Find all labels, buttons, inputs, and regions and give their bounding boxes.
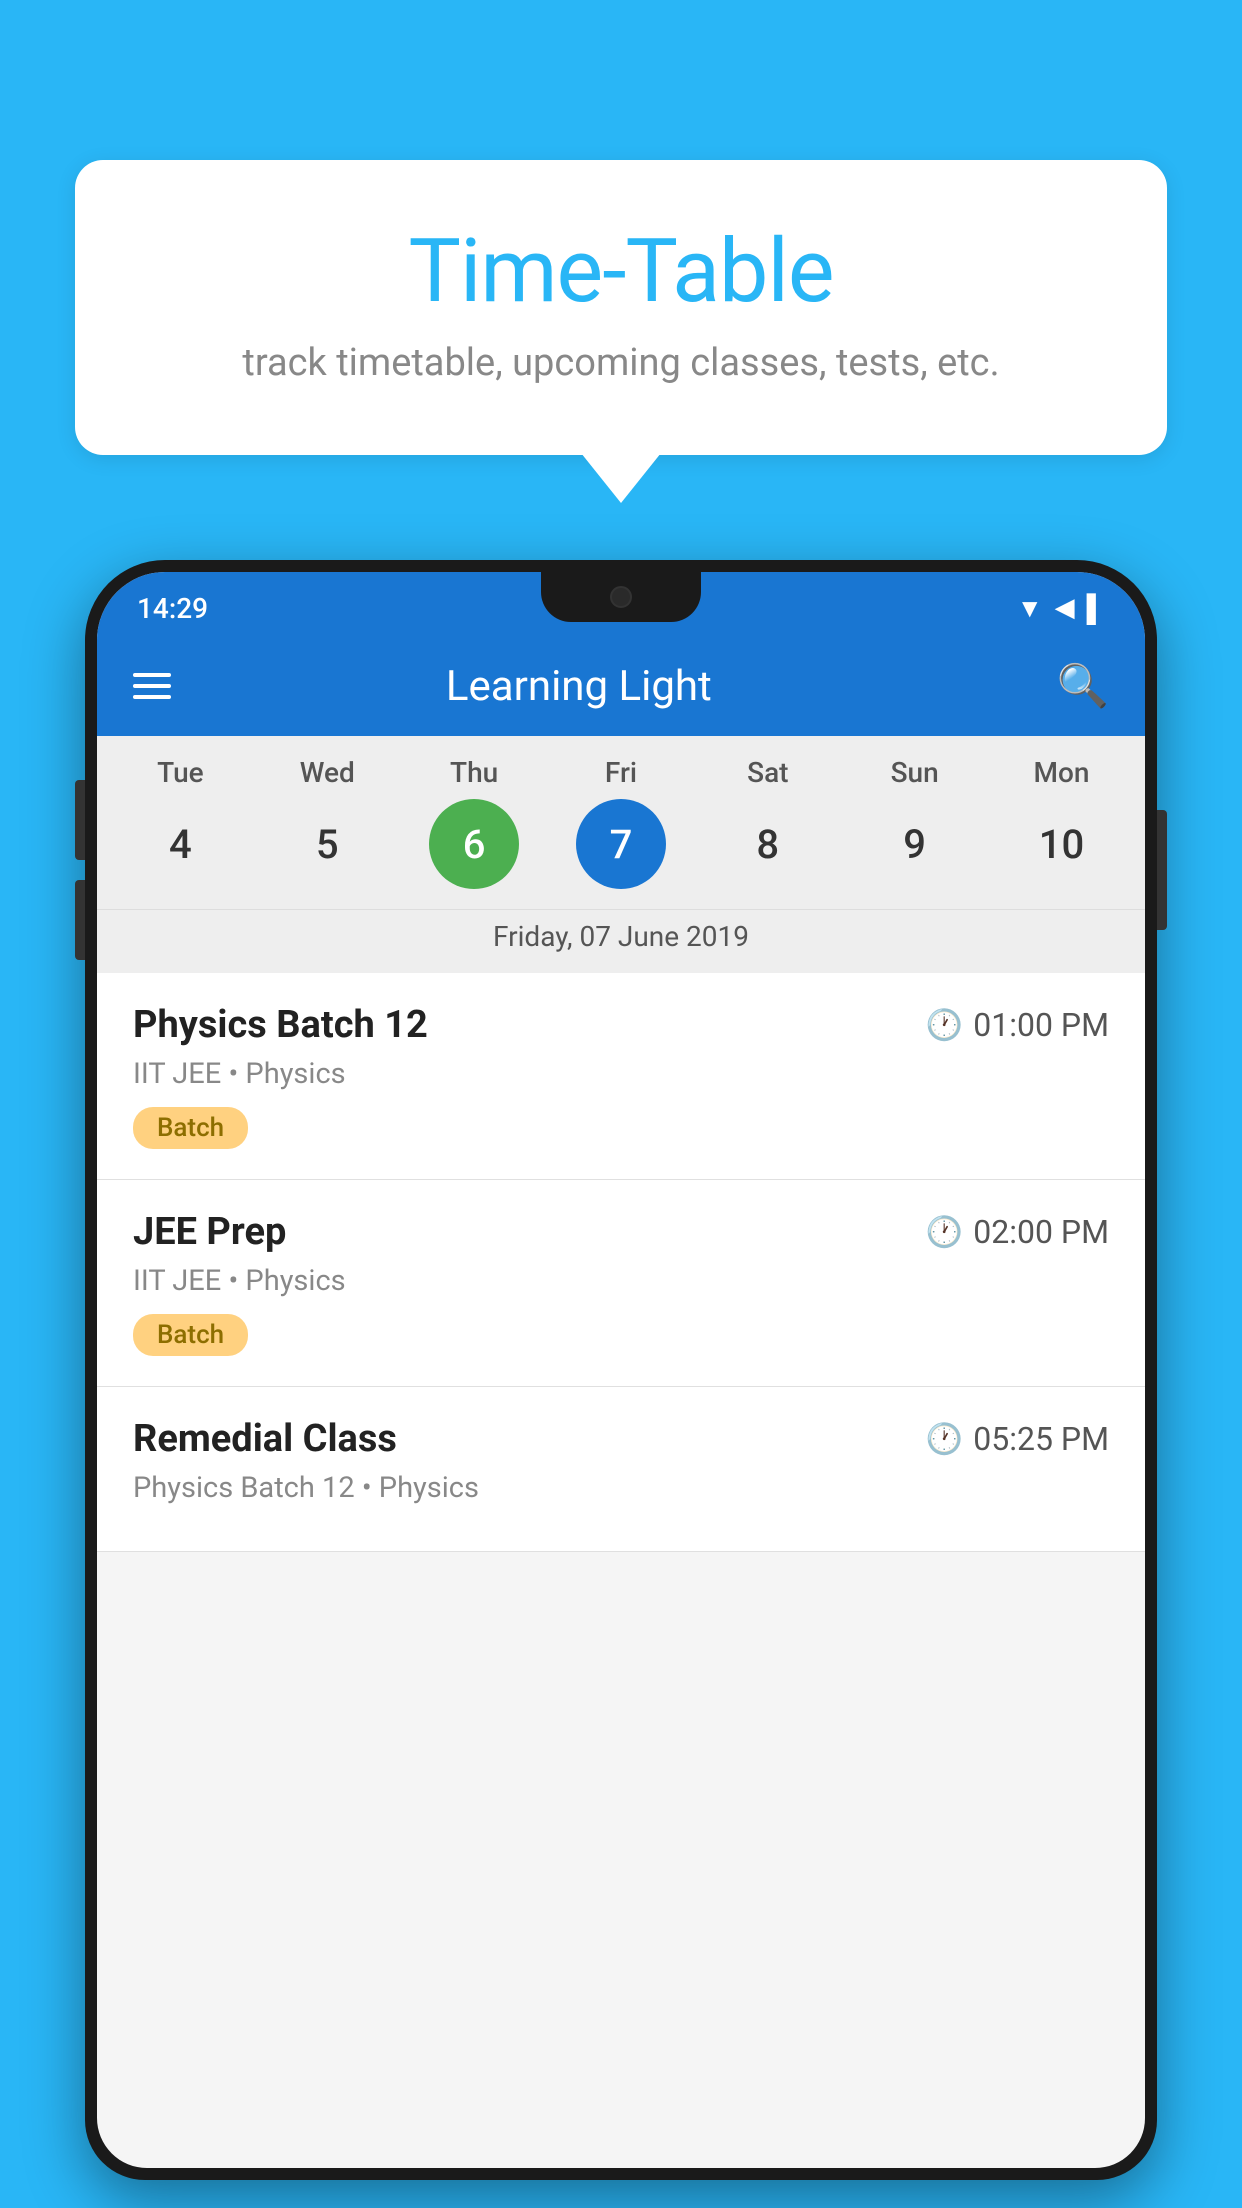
schedule-item-2-badge: Batch (133, 1314, 248, 1356)
status-icons: ▼ ◀ ▌ (1017, 593, 1105, 624)
day-label-mon: Mon (1016, 756, 1106, 789)
day-4[interactable]: 4 (135, 799, 225, 889)
clock-icon-3: 🕐 (926, 1422, 963, 1457)
battery-icon: ▌ (1087, 593, 1105, 624)
app-toolbar: Learning Light 🔍 (97, 636, 1145, 736)
schedule-item-1-badge: Batch (133, 1107, 248, 1149)
toolbar-title: Learning Light (133, 662, 1025, 711)
schedule-item-2-time: 🕐 02:00 PM (926, 1213, 1109, 1251)
signal-icon: ◀ (1055, 593, 1075, 623)
phone-mockup: 14:29 ▼ ◀ ▌ Learning Light 🔍 (85, 560, 1157, 2208)
day-label-sun: Sun (870, 756, 960, 789)
schedule-item-1-time-text: 01:00 PM (973, 1006, 1109, 1044)
bubble-title: Time-Table (145, 220, 1097, 323)
schedule-item-1-subtitle: IIT JEE • Physics (133, 1057, 1109, 1091)
selected-date-label: Friday, 07 June 2019 (97, 909, 1145, 973)
schedule-item-1-title: Physics Batch 12 (133, 1003, 428, 1047)
phone-screen: 14:29 ▼ ◀ ▌ Learning Light 🔍 (97, 572, 1145, 2168)
clock-icon-1: 🕐 (926, 1008, 963, 1043)
day-label-thu: Thu (429, 756, 519, 789)
schedule-item-2-subtitle: IIT JEE • Physics (133, 1264, 1109, 1298)
day-label-sat: Sat (723, 756, 813, 789)
day-label-tue: Tue (135, 756, 225, 789)
phone-volume-down-button (75, 880, 85, 960)
day-labels: Tue Wed Thu Fri Sat Sun Mon (97, 756, 1145, 799)
schedule-item-1-time: 🕐 01:00 PM (926, 1006, 1109, 1044)
schedule-item-1-header: Physics Batch 12 🕐 01:00 PM (133, 1003, 1109, 1047)
schedule-item-3-time-text: 05:25 PM (973, 1420, 1109, 1458)
clock-icon-2: 🕐 (926, 1215, 963, 1250)
phone-outer: 14:29 ▼ ◀ ▌ Learning Light 🔍 (85, 560, 1157, 2180)
phone-camera (610, 586, 632, 608)
speech-bubble-container: Time-Table track timetable, upcoming cla… (75, 160, 1167, 455)
day-7-selected[interactable]: 7 (576, 799, 666, 889)
schedule-item-3-header: Remedial Class 🕐 05:25 PM (133, 1417, 1109, 1461)
calendar-header: Tue Wed Thu Fri Sat Sun Mon 4 5 6 7 8 9 … (97, 736, 1145, 973)
schedule-item-3-subtitle: Physics Batch 12 • Physics (133, 1471, 1109, 1505)
schedule-item-2-time-text: 02:00 PM (973, 1213, 1109, 1251)
bubble-subtitle: track timetable, upcoming classes, tests… (145, 341, 1097, 385)
day-8[interactable]: 8 (723, 799, 813, 889)
day-9[interactable]: 9 (870, 799, 960, 889)
day-6-today[interactable]: 6 (429, 799, 519, 889)
schedule-item-2[interactable]: JEE Prep 🕐 02:00 PM IIT JEE • Physics Ba… (97, 1180, 1145, 1387)
phone-volume-up-button (75, 780, 85, 860)
schedule-item-3-title: Remedial Class (133, 1417, 397, 1461)
wifi-icon: ▼ (1017, 593, 1043, 624)
schedule-list: Physics Batch 12 🕐 01:00 PM IIT JEE • Ph… (97, 973, 1145, 1552)
schedule-item-3-time: 🕐 05:25 PM (926, 1420, 1109, 1458)
phone-notch (541, 572, 701, 622)
phone-power-button (1157, 810, 1167, 930)
search-icon[interactable]: 🔍 (1057, 662, 1109, 711)
schedule-item-3[interactable]: Remedial Class 🕐 05:25 PM Physics Batch … (97, 1387, 1145, 1552)
schedule-item-2-title: JEE Prep (133, 1210, 286, 1254)
day-numbers: 4 5 6 7 8 9 10 (97, 799, 1145, 909)
day-label-wed: Wed (282, 756, 372, 789)
day-label-fri: Fri (576, 756, 666, 789)
day-10[interactable]: 10 (1016, 799, 1106, 889)
speech-bubble: Time-Table track timetable, upcoming cla… (75, 160, 1167, 455)
schedule-item-1[interactable]: Physics Batch 12 🕐 01:00 PM IIT JEE • Ph… (97, 973, 1145, 1180)
schedule-item-2-header: JEE Prep 🕐 02:00 PM (133, 1210, 1109, 1254)
day-5[interactable]: 5 (282, 799, 372, 889)
status-time: 14:29 (137, 592, 208, 625)
